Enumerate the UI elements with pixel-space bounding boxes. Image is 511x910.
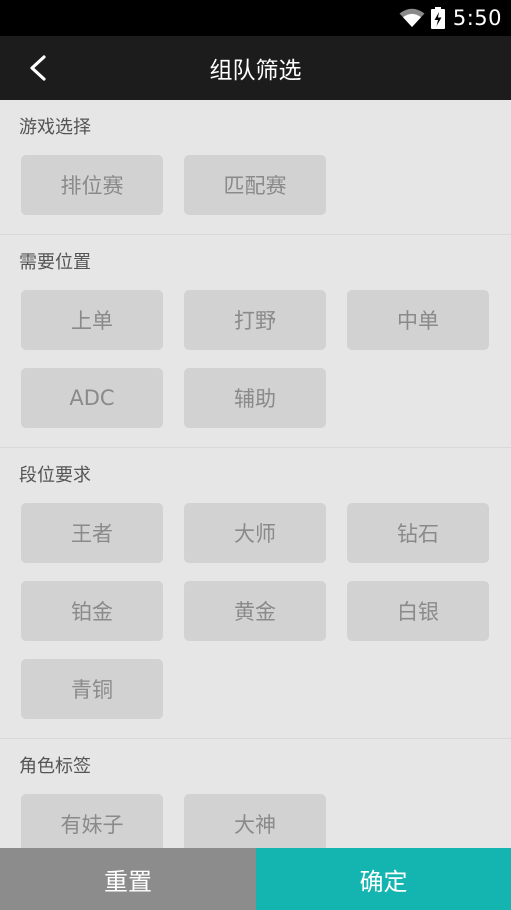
option-silver[interactable]: 白银 bbox=[347, 581, 489, 641]
battery-charging-icon bbox=[430, 7, 445, 29]
section-title: 段位要求 bbox=[19, 465, 91, 486]
option-ranked[interactable]: 排位赛 bbox=[21, 155, 163, 215]
option-diamond[interactable]: 钻石 bbox=[347, 503, 489, 563]
section-title: 角色标签 bbox=[19, 756, 91, 777]
option-grid: 排位赛 匹配赛 bbox=[0, 155, 511, 215]
option-has-girls[interactable]: 有妹子 bbox=[21, 794, 163, 848]
option-top[interactable]: 上单 bbox=[21, 290, 163, 350]
option-jungle[interactable]: 打野 bbox=[184, 290, 326, 350]
reset-button[interactable]: 重置 bbox=[0, 848, 256, 910]
option-grid: 有妹子 大神 bbox=[0, 794, 511, 848]
option-support[interactable]: 辅助 bbox=[184, 368, 326, 428]
option-grid: 王者 大师 钻石 铂金 黄金 白银 青铜 bbox=[0, 503, 511, 719]
option-adc[interactable]: ADC bbox=[21, 368, 163, 428]
option-gold[interactable]: 黄金 bbox=[184, 581, 326, 641]
wifi-icon bbox=[399, 8, 425, 27]
option-king[interactable]: 王者 bbox=[21, 503, 163, 563]
page-title: 组队筛选 bbox=[209, 58, 302, 84]
status-time: 5:50 bbox=[452, 6, 502, 30]
back-arrow-icon[interactable] bbox=[24, 52, 54, 84]
section-role-tags: 角色标签 有妹子 大神 bbox=[0, 739, 511, 848]
section-title: 需要位置 bbox=[19, 252, 91, 273]
option-platinum[interactable]: 铂金 bbox=[21, 581, 163, 641]
option-mid[interactable]: 中单 bbox=[347, 290, 489, 350]
section-title: 游戏选择 bbox=[19, 117, 91, 138]
option-bronze[interactable]: 青铜 bbox=[21, 659, 163, 719]
option-master[interactable]: 大师 bbox=[184, 503, 326, 563]
filter-content: 游戏选择 排位赛 匹配赛 需要位置 上单 打野 中单 ADC 辅助 段位要求 王… bbox=[0, 100, 511, 848]
section-game-mode: 游戏选择 排位赛 匹配赛 bbox=[0, 100, 511, 235]
option-grid: 上单 打野 中单 ADC 辅助 bbox=[0, 290, 511, 428]
app-bar: 组队筛选 bbox=[0, 36, 511, 100]
option-pro-player[interactable]: 大神 bbox=[184, 794, 326, 848]
confirm-button[interactable]: 确定 bbox=[256, 848, 511, 910]
option-matchmaking[interactable]: 匹配赛 bbox=[184, 155, 326, 215]
section-rank: 段位要求 王者 大师 钻石 铂金 黄金 白银 青铜 bbox=[0, 448, 511, 739]
status-bar: 5:50 bbox=[0, 0, 511, 36]
section-position: 需要位置 上单 打野 中单 ADC 辅助 bbox=[0, 235, 511, 448]
footer-actions: 重置 确定 bbox=[0, 848, 511, 910]
